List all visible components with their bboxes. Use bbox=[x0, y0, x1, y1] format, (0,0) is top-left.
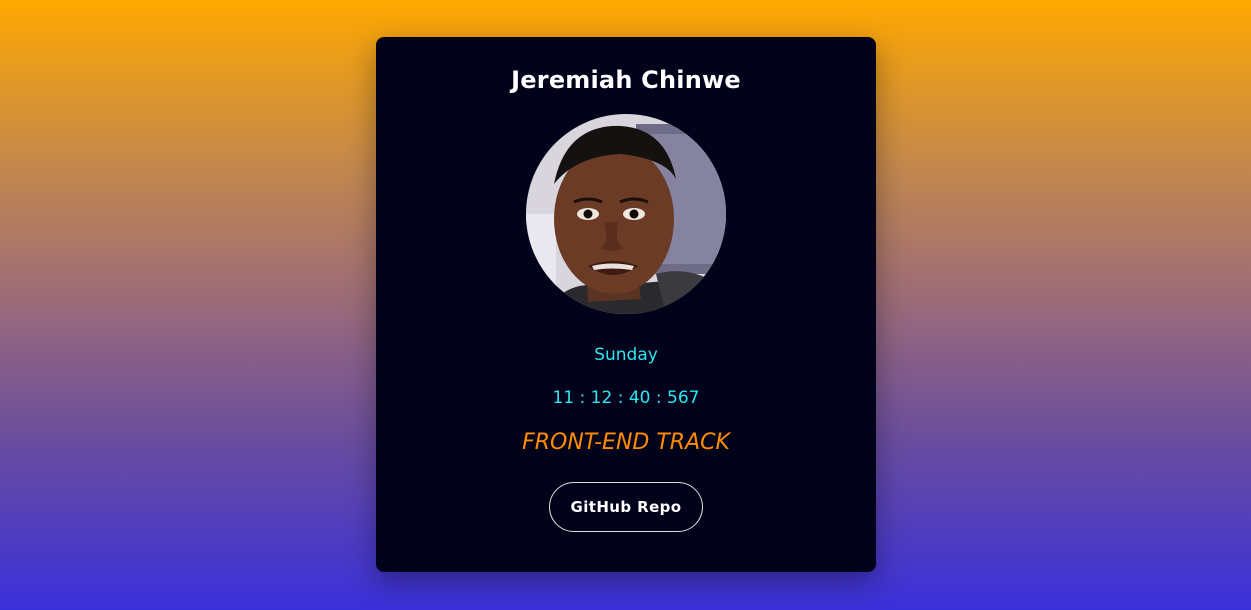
profile-card: Jeremiah Chinwe Sunday 11: 12: 40: 56… bbox=[376, 37, 876, 572]
github-repo-button[interactable]: GitHub Repo bbox=[549, 482, 703, 532]
track-label: FRONT-END TRACK bbox=[522, 430, 730, 455]
current-day: Sunday bbox=[594, 345, 658, 365]
avatar bbox=[526, 114, 726, 314]
avatar-photo bbox=[526, 114, 726, 314]
current-time-utc: 11 : 12 : 40 : 567 bbox=[552, 388, 700, 408]
profile-name: Jeremiah Chinwe bbox=[511, 66, 741, 94]
